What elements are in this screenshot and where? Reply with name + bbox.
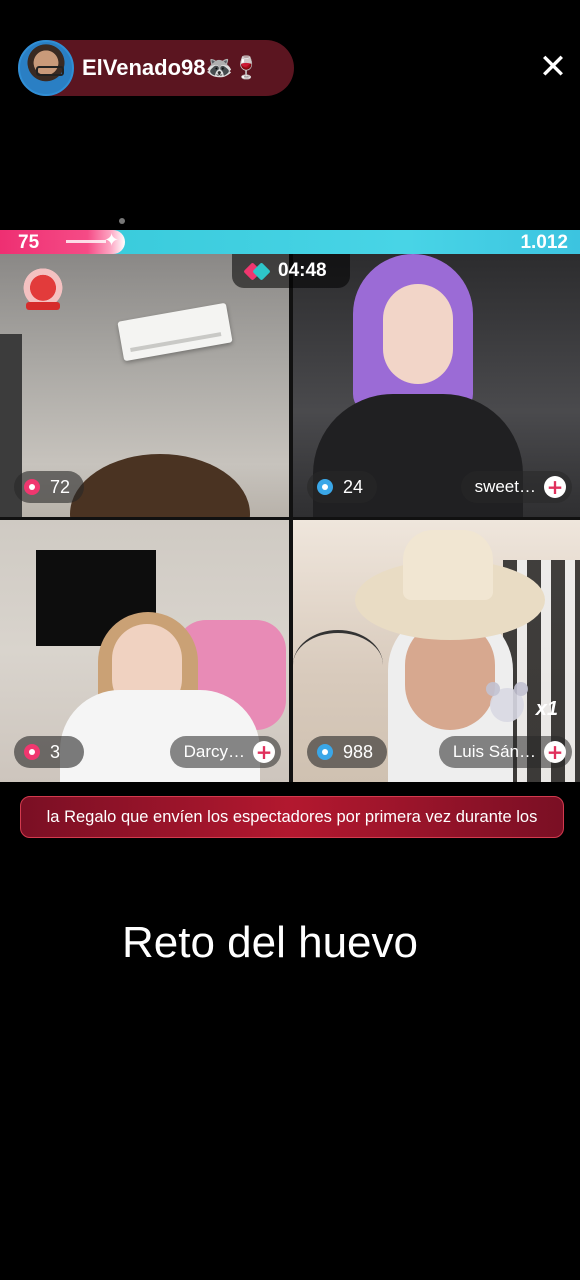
guest-stat-value: 3 xyxy=(50,741,61,762)
guest-panel-1[interactable]: 72 xyxy=(0,254,289,517)
follow-plus-icon[interactable]: + xyxy=(544,476,566,498)
alarm-icon xyxy=(24,744,40,760)
left-score: 75 xyxy=(18,232,40,253)
scene-hat-crown xyxy=(403,530,493,600)
guest-panel-2[interactable]: 24 sweet… + xyxy=(293,254,580,517)
alarm-icon xyxy=(24,479,40,495)
streak-decoration xyxy=(66,240,106,243)
battle-score-bar: 75 ✦ 1.012 xyxy=(0,230,580,254)
score-bar-left-fill: 75 ✦ xyxy=(0,230,125,254)
rank-badge-icon[interactable] xyxy=(22,268,64,312)
guest-name-chip[interactable]: sweet… + xyxy=(460,471,572,503)
video-caption: Reto del huevo xyxy=(122,918,418,967)
scene-staircase-rail xyxy=(293,630,383,700)
close-icon[interactable]: ✕ xyxy=(538,50,568,84)
guest-stat-chip: 3 xyxy=(14,736,84,768)
guest-name: sweet… xyxy=(474,477,536,496)
indicator-dot xyxy=(119,218,125,224)
guest-stat-chip: 72 xyxy=(14,471,85,503)
guest-stat-chip: 988 xyxy=(307,736,388,768)
announcement-text: la Regalo que envíen los espectadores po… xyxy=(46,807,538,826)
guest-stat-chip: 24 xyxy=(307,471,378,503)
battle-timer: 04:48 xyxy=(232,254,350,288)
scene-person-head xyxy=(70,454,250,517)
guest-stat-value: 72 xyxy=(50,476,71,497)
guest-name: Darcy… xyxy=(183,742,245,761)
host-profile-pill[interactable]: ElVenado98🦝🍷 xyxy=(18,40,294,96)
guest-name-chip[interactable]: Luis Sán… + xyxy=(438,736,572,768)
guest-panel-3[interactable]: 3 Darcy… + xyxy=(0,520,289,782)
guest-name: Luis Sán… xyxy=(452,742,536,761)
guest-name-chip[interactable]: Darcy… + xyxy=(169,736,281,768)
scene-person-face xyxy=(383,284,453,384)
mouse-gift-icon xyxy=(486,682,528,722)
follow-plus-icon[interactable]: + xyxy=(544,741,566,763)
sparkle-icon: ✦ xyxy=(104,230,120,251)
alarm-icon xyxy=(317,479,333,495)
battle-timer-text: 04:48 xyxy=(278,260,327,281)
guest-stat-value: 24 xyxy=(343,476,364,497)
multi-guest-grid: 72 24 sweet… + 3 Darcy… + x1 988 Luis Sá… xyxy=(0,254,580,782)
battle-icon xyxy=(246,263,268,279)
guest-panel-4[interactable]: x1 988 Luis Sán… + xyxy=(293,520,580,782)
host-name: ElVenado98🦝🍷 xyxy=(82,55,261,80)
guest-stat-value: 988 xyxy=(343,741,374,762)
scene-air-conditioner xyxy=(117,302,233,362)
host-avatar[interactable] xyxy=(18,40,74,96)
right-score: 1.012 xyxy=(520,232,568,253)
follow-plus-icon[interactable]: + xyxy=(253,741,275,763)
gift-multiplier: x1 xyxy=(535,698,558,720)
alarm-icon xyxy=(317,744,333,760)
announcement-banner[interactable]: la Regalo que envíen los espectadores po… xyxy=(20,796,564,838)
